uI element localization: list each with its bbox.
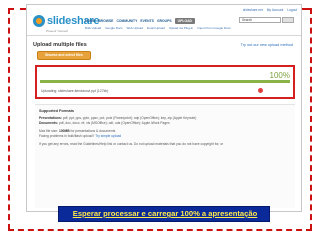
account-link-logout[interactable]: Logout: [287, 8, 297, 12]
account-links: slideshare.net My Account Logout: [243, 8, 297, 12]
remove-file-icon[interactable]: [258, 88, 263, 93]
guidelines-line: If you get any errors, read the Guidelin…: [39, 142, 224, 146]
nav-events[interactable]: EVENTS: [140, 19, 154, 23]
problems-line: Facing problems in bulk/flash upload? Tr…: [39, 134, 121, 138]
nav-upload-button[interactable]: UPLOAD: [174, 17, 195, 24]
page-title: Upload multiple files: [33, 42, 87, 48]
nav-home[interactable]: HOME: [85, 19, 95, 23]
new-upload-method-link[interactable]: Try out our new upload method: [241, 43, 293, 47]
browse-files-button[interactable]: Browse and select files: [37, 51, 91, 60]
supported-formats-heading: Supported Formats: [39, 109, 75, 113]
subnav-google-docs[interactable]: Google Docs: [105, 26, 122, 30]
upload-percent: 100%: [269, 71, 290, 80]
subnav-email-upload[interactable]: Email Upload: [147, 26, 165, 30]
simple-upload-link[interactable]: Try simple upload: [95, 134, 121, 138]
presentations-value: pdf, ppt, pps, pptx, ppsx, pot, potx (Po…: [62, 116, 197, 120]
tutorial-slide: slideshare Present Yourself slideshare.n…: [0, 0, 320, 240]
nav-community[interactable]: COMMUNITY: [116, 19, 137, 23]
search-input[interactable]: Search: [239, 17, 281, 23]
problems-prefix: Facing problems in bulk/flash upload?: [39, 134, 95, 138]
logo-tagline: Present Yourself: [46, 29, 68, 33]
subnav-web-upload[interactable]: Web Upload: [127, 26, 143, 30]
documents-value: pdf, doc, docx, rtf, xls (MSOffice); odt…: [58, 121, 170, 125]
annotation-frame-left: [8, 8, 10, 230]
max-size-value: 100MB: [58, 129, 70, 133]
upload-progress-bar: [40, 80, 290, 83]
max-size-suffix: for presentations & documents: [70, 129, 116, 133]
annotation-frame-bottom: [8, 229, 312, 231]
presentations-label: Presentations:: [39, 116, 62, 120]
site-header: slideshare Present Yourself slideshare.n…: [27, 5, 301, 39]
uploading-file-line: Uploading: slideshare-tiendanovi.ppt (12…: [41, 89, 109, 93]
subnav-import-google-docs[interactable]: Import from Google Docs: [197, 26, 231, 30]
upload-info-section: Supported Formats Presentations: pdf, pp…: [35, 104, 295, 208]
browser-screenshot: slideshare Present Yourself slideshare.n…: [26, 4, 302, 212]
upload-subnav: Bulk Upload Google Docs Web Upload Email…: [85, 26, 231, 30]
nav-groups[interactable]: GROUPS: [157, 19, 172, 23]
account-link-site[interactable]: slideshare.net: [243, 8, 263, 12]
search-button[interactable]: [282, 17, 294, 23]
max-size-line: Max file size: 100MB for presentations &…: [39, 129, 115, 133]
caption-text: Esperar processar e carregar 100% a apre…: [72, 209, 258, 218]
header-divider: [27, 35, 301, 36]
subnav-bulk-upload[interactable]: Bulk Upload: [85, 26, 101, 30]
subnav-plugin-upload[interactable]: Upload via Plug-in: [169, 26, 193, 30]
max-size-prefix: Max file size:: [39, 129, 59, 133]
account-link-my-account[interactable]: My Account: [267, 8, 283, 12]
documents-label: Documents:: [39, 121, 59, 125]
nav-browse[interactable]: BROWSE: [98, 19, 113, 23]
caption-banner: Esperar processar e carregar 100% a apre…: [58, 206, 270, 222]
main-nav: HOME BROWSE COMMUNITY EVENTS GROUPS UPLO…: [85, 17, 195, 24]
documents-formats-line: Documents: pdf, doc, docx, rtf, xls (MSO…: [39, 121, 170, 125]
upload-progress-panel: 100% Uploading: slideshare-tiendanovi.pp…: [35, 65, 295, 99]
annotation-frame-right: [310, 8, 312, 230]
upload-progress-fill: [40, 80, 290, 83]
presentations-formats-line: Presentations: pdf, ppt, pps, pptx, ppsx…: [39, 116, 196, 120]
annotation-frame-top: [8, 8, 26, 10]
slideshare-logo-icon: [33, 15, 45, 27]
